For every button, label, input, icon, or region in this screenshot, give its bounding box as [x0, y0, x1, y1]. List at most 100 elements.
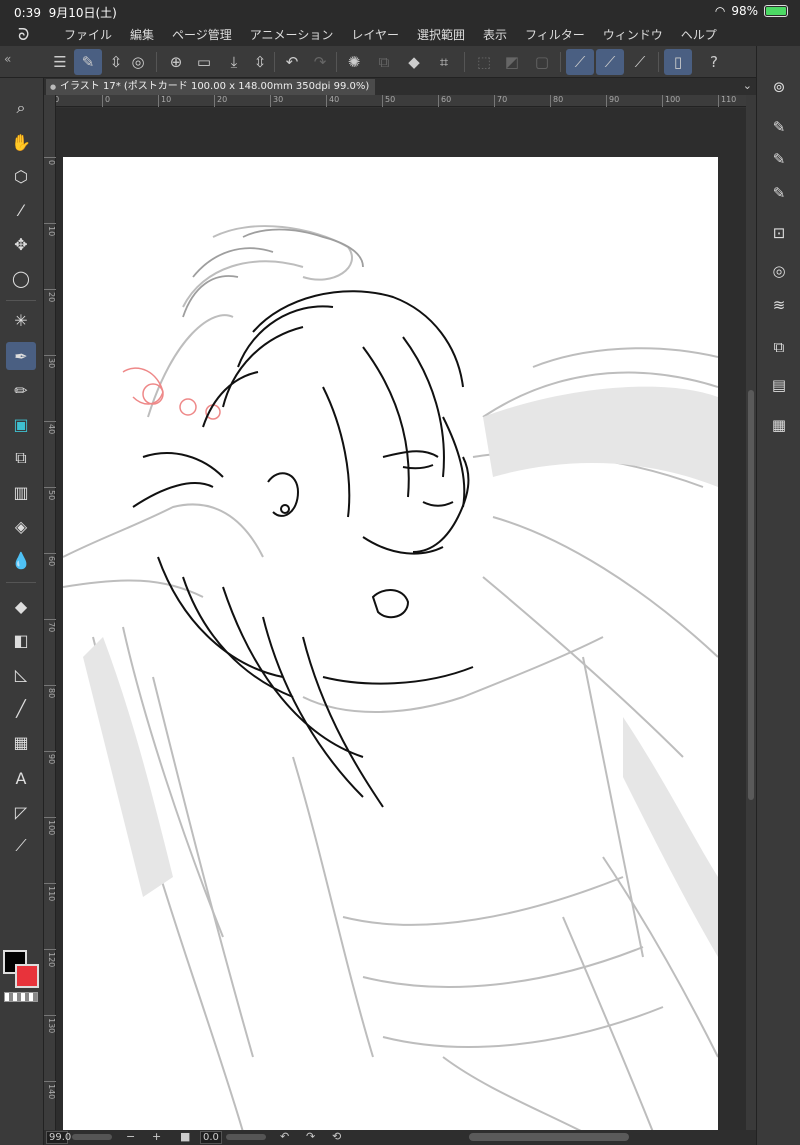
hand-tool-icon[interactable]: ✋	[6, 128, 36, 156]
transparent-color-swatch[interactable]	[4, 992, 38, 1002]
smartphone-icon[interactable]: ▯	[664, 49, 692, 75]
rotation-input[interactable]: 0.0	[200, 1131, 222, 1144]
loading-spinner-icon[interactable]: ✺	[340, 49, 368, 75]
app-logo-icon[interactable]: ᘐ	[18, 25, 36, 44]
drawing-canvas[interactable]	[63, 157, 718, 1130]
color-circle-icon[interactable]: ◎	[765, 258, 793, 284]
menu-item[interactable]: レイヤー	[342, 26, 408, 43]
edit-mode-icon[interactable]: ✎	[74, 49, 102, 75]
sketch-artwork	[63, 225, 718, 1130]
divider	[336, 52, 337, 72]
ios-status-bar: 0:39 9月10日(土) ◠ 98%	[0, 0, 800, 22]
lasso-tool-icon[interactable]: ◯	[6, 264, 36, 292]
correct-line-tool-icon[interactable]: ⟋	[6, 832, 36, 860]
up-down-arrows-icon-2[interactable]: ⇳	[246, 49, 274, 75]
rotate-left-icon[interactable]: ↶	[280, 1130, 289, 1143]
sub-color-swatch[interactable]	[15, 964, 39, 988]
divider	[560, 52, 561, 72]
zoom-slider[interactable]	[72, 1134, 112, 1140]
hand-sketch-layer	[182, 228, 364, 318]
zoom-tool-icon[interactable]: ⌕	[6, 94, 36, 122]
menu-item[interactable]: 編集	[121, 26, 163, 43]
blend-tool-icon[interactable]: 💧	[6, 546, 36, 574]
zoom-out-button[interactable]: −	[126, 1130, 135, 1143]
menu-item[interactable]: ヘルプ	[672, 26, 726, 43]
airbrush-tool-icon[interactable]: ▥	[6, 478, 36, 506]
frame-tool-icon[interactable]: ▦	[6, 728, 36, 756]
menu-item[interactable]: フィルター	[516, 26, 594, 43]
vertical-scrollbar[interactable]	[746, 95, 756, 1130]
save-icon[interactable]: ⤓	[220, 49, 248, 75]
transform-icon[interactable]: ⧉	[370, 49, 398, 75]
eraser-tool-icon[interactable]: ◈	[6, 512, 36, 540]
hamburger-menu-icon[interactable]: ☰	[46, 49, 74, 75]
decoration-tool-icon[interactable]: ⧉	[6, 444, 36, 472]
grid-snap-icon[interactable]: ⟋	[626, 49, 654, 75]
document-tab[interactable]: イラスト 17* (ポストカード 100.00 x 148.00mm 350dp…	[46, 79, 376, 95]
deselect-icon[interactable]: ⬚	[470, 49, 498, 75]
ruler-snap-icon[interactable]: ⟋	[566, 49, 594, 75]
new-file-icon[interactable]: ⊕	[162, 49, 190, 75]
text-tool-icon[interactable]: A	[6, 764, 36, 792]
line-tool-icon[interactable]: ╱	[6, 694, 36, 722]
navigator-icon[interactable]: ⊚	[765, 74, 793, 100]
brush-tool-icon[interactable]: ▣	[6, 410, 36, 438]
menu-item[interactable]: 選択範囲	[408, 26, 474, 43]
pencil-tool-icon[interactable]: ✏	[6, 376, 36, 404]
fill-tool-icon[interactable]: ◆	[6, 592, 36, 620]
layer-property-icon[interactable]: ⧉	[765, 334, 793, 360]
menu-item[interactable]: ファイル	[55, 26, 121, 43]
divider	[156, 52, 157, 72]
ruler-tick: 10	[158, 95, 171, 107]
help-icon[interactable]: ?	[700, 49, 728, 75]
reset-rotation-icon[interactable]: ⟲	[332, 1130, 341, 1143]
balloon-tool-icon[interactable]: ◸	[6, 798, 36, 826]
rotate-right-icon[interactable]: ↷	[306, 1130, 315, 1143]
ruler-tick: 70	[44, 619, 56, 632]
ruler-tick: 70	[494, 95, 507, 107]
selection-border-icon[interactable]: ▢	[528, 49, 556, 75]
menu-item[interactable]: 表示	[474, 26, 516, 43]
eyedropper-tool-icon[interactable]: ⁄	[6, 196, 36, 224]
undo-icon[interactable]: ↶	[278, 49, 306, 75]
zoom-input[interactable]: 99.0	[46, 1131, 71, 1144]
redo-icon[interactable]: ↷	[306, 49, 334, 75]
fit-button[interactable]: ■	[180, 1130, 190, 1143]
horizontal-scroll-thumb[interactable]	[469, 1133, 629, 1141]
spiral-icon[interactable]: ◎	[124, 49, 152, 75]
invert-selection-icon[interactable]: ◩	[498, 49, 526, 75]
move-tool-icon[interactable]: ✥	[6, 230, 36, 258]
brush-size-icon[interactable]: ✎	[765, 114, 793, 140]
sub-tool-detail-icon[interactable]: ✎	[765, 180, 793, 206]
ruler-tick: 110	[718, 95, 736, 107]
magic-wand-tool-icon[interactable]: ✳	[6, 306, 36, 334]
special-ruler-snap-icon[interactable]: ⟋	[596, 49, 624, 75]
ruler-tick: 60	[438, 95, 451, 107]
ruler-tick: 60	[44, 553, 56, 566]
collapse-icon[interactable]: «	[4, 52, 11, 66]
operation-tool-icon[interactable]: ⬡	[6, 162, 36, 190]
zoom-in-button[interactable]: +	[152, 1130, 161, 1143]
open-folder-icon[interactable]: ▭	[190, 49, 218, 75]
rotation-slider[interactable]	[226, 1134, 266, 1140]
menu-item[interactable]: ウィンドウ	[594, 26, 672, 43]
material-icon[interactable]: ⊡	[765, 220, 793, 246]
ruler-tick: 90	[44, 751, 56, 764]
crop-icon[interactable]: ⌗	[430, 49, 458, 75]
layer-search-icon[interactable]: ▦	[765, 412, 793, 438]
pen-tool-icon[interactable]: ✒	[6, 342, 36, 370]
divider	[6, 582, 36, 583]
menu-item[interactable]: ページ管理	[163, 26, 241, 43]
chevron-down-icon[interactable]: ⌄	[743, 79, 752, 92]
tool-property-icon[interactable]: ✎	[765, 146, 793, 172]
canvas-workspace[interactable]	[56, 108, 746, 1130]
gradient-tool-icon[interactable]: ◧	[6, 626, 36, 654]
rough-sketch-layer	[63, 225, 718, 1130]
menu-item[interactable]: アニメーション	[241, 26, 343, 43]
fill-bucket-icon[interactable]: ◆	[400, 49, 428, 75]
vertical-scroll-thumb[interactable]	[748, 390, 754, 800]
status-time: 0:39 9月10日(土)	[14, 6, 117, 20]
timeline-icon[interactable]: ▤	[765, 372, 793, 398]
layer-icon[interactable]: ≋	[765, 292, 793, 318]
figure-tool-icon[interactable]: ◺	[6, 660, 36, 688]
